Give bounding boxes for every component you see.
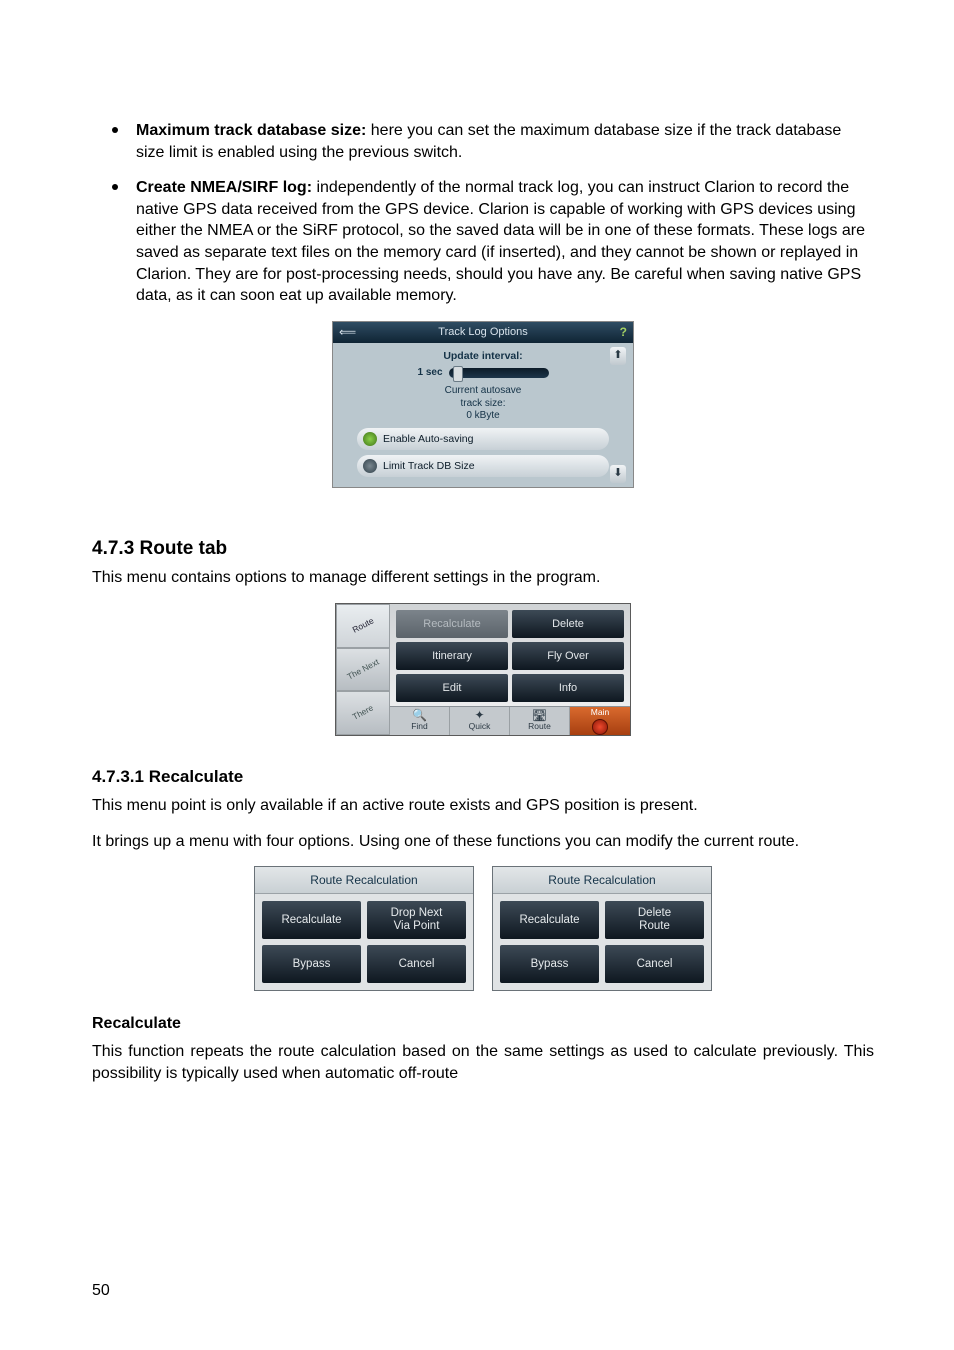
- delete-button[interactable]: Delete: [512, 610, 624, 638]
- bottom-find[interactable]: 🔍 Find: [390, 707, 450, 735]
- limit-trackdb-label: Limit Track DB Size: [383, 459, 475, 473]
- bullet-dot: [112, 127, 118, 133]
- autosave-info: Current autosave track size: 0 kByte: [343, 385, 623, 423]
- main-circle-icon: [592, 719, 608, 735]
- recalculate-button[interactable]: Recalculate: [396, 610, 508, 638]
- heading-4731: 4.7.3.1 Recalculate: [92, 766, 874, 789]
- route-recalc-dialog-left: Route Recalculation Recalculate Drop Nex…: [254, 866, 474, 991]
- bullet-lead: Create NMEA/SIRF log:: [136, 179, 312, 196]
- bottom-quick-label: Quick: [469, 721, 491, 732]
- scroll-up-icon[interactable]: ⬆: [610, 347, 626, 365]
- drop-next-via-button[interactable]: Drop Next Via Point: [367, 901, 466, 939]
- delete-route-button[interactable]: Delete Route: [605, 901, 704, 939]
- intro-473: This menu contains options to manage dif…: [92, 567, 874, 589]
- bottom-quick[interactable]: ✦ Quick: [450, 707, 510, 735]
- tracklog-title-bar: ⟸ Track Log Options ?: [333, 322, 633, 343]
- bullet-text: Maximum track database size: here you ca…: [136, 120, 874, 163]
- side-tab-there[interactable]: There: [336, 691, 390, 735]
- toggle-on-icon: [363, 432, 377, 446]
- tracklog-options-figure: ⟸ Track Log Options ? Update interval: 1…: [332, 321, 634, 488]
- help-icon[interactable]: ?: [620, 324, 627, 340]
- update-interval-slider[interactable]: [449, 368, 549, 378]
- page-number: 50: [92, 1280, 110, 1302]
- autosave-line1: Current autosave: [343, 385, 623, 398]
- flyover-button[interactable]: Fly Over: [512, 642, 624, 670]
- bottom-find-label: Find: [411, 721, 428, 732]
- info-button[interactable]: Info: [512, 674, 624, 702]
- bottom-main-label: Main: [591, 707, 609, 718]
- bullet-lead: Maximum track database size:: [136, 122, 366, 139]
- side-tab-route[interactable]: Route: [336, 604, 390, 648]
- cancel-button[interactable]: Cancel: [367, 945, 466, 983]
- bottom-route-label: Route: [528, 721, 551, 732]
- bypass-button[interactable]: Bypass: [500, 945, 599, 983]
- toggle-off-icon: [363, 459, 377, 473]
- heading-473: 4.7.3 Route tab: [92, 536, 874, 562]
- bullet-dot: [112, 184, 118, 190]
- recalculate-button[interactable]: Recalculate: [262, 901, 361, 939]
- route-recalc-dialog-right: Route Recalculation Recalculate Delete R…: [492, 866, 712, 991]
- magnifier-icon: 🔍: [412, 709, 427, 721]
- update-interval-label: Update interval:: [343, 349, 623, 363]
- recalc-title: Route Recalculation: [493, 867, 711, 894]
- seconds-label: 1 sec: [417, 366, 442, 380]
- autosave-line3: 0 kByte: [343, 410, 623, 423]
- enable-autosaving-label: Enable Auto-saving: [383, 432, 473, 446]
- scroll-down-icon[interactable]: ⬇: [610, 465, 626, 483]
- bullet-list: Maximum track database size: here you ca…: [92, 120, 874, 307]
- side-tab-thenext[interactable]: The Next: [336, 648, 390, 692]
- bottom-route[interactable]: 🛣 Route: [510, 707, 570, 735]
- recalc-title: Route Recalculation: [255, 867, 473, 894]
- p-4731-1: This menu point is only available if an …: [92, 795, 874, 817]
- p-4731-2: It brings up a menu with four options. U…: [92, 831, 874, 853]
- cancel-button[interactable]: Cancel: [605, 945, 704, 983]
- p-recalculate: This function repeats the route calculat…: [92, 1041, 874, 1084]
- limit-trackdb-toggle[interactable]: Limit Track DB Size: [357, 455, 609, 477]
- tracklog-title: Track Log Options: [438, 326, 527, 338]
- autosave-line2: track size:: [343, 398, 623, 411]
- bottom-main[interactable]: Main: [570, 707, 630, 735]
- bullet-text: Create NMEA/SIRF log: independently of t…: [136, 177, 874, 307]
- route-tab-figure: Route The Next There Recalculate Delete …: [335, 603, 631, 736]
- bullet-body: independently of the normal track log, y…: [136, 179, 865, 304]
- recalculate-button[interactable]: Recalculate: [500, 901, 599, 939]
- edit-button[interactable]: Edit: [396, 674, 508, 702]
- heading-recalculate: Recalculate: [92, 1013, 874, 1035]
- bypass-button[interactable]: Bypass: [262, 945, 361, 983]
- route-icon: 🛣: [532, 709, 547, 721]
- back-icon[interactable]: ⟸: [339, 324, 356, 340]
- itinerary-button[interactable]: Itinerary: [396, 642, 508, 670]
- spark-icon: ✦: [474, 709, 484, 721]
- enable-autosaving-toggle[interactable]: Enable Auto-saving: [357, 428, 609, 450]
